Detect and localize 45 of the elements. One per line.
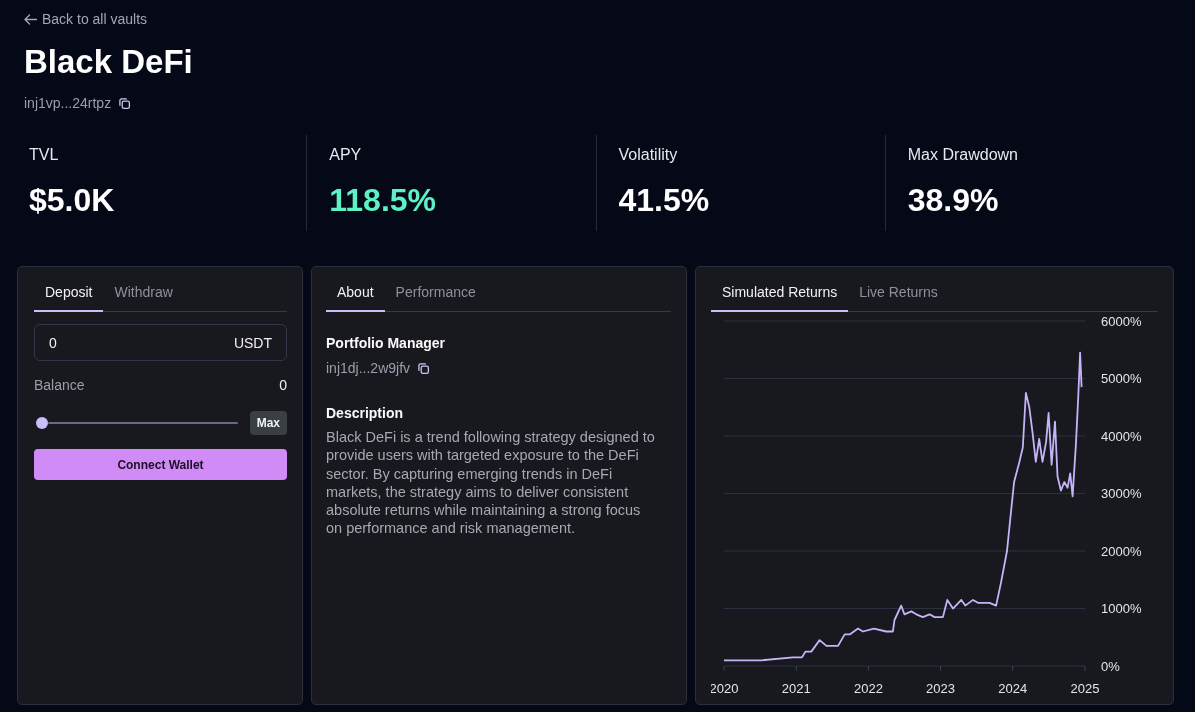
x-tick-label: 2025	[1070, 681, 1100, 696]
x-tick-label: 2023	[926, 681, 955, 696]
copy-icon[interactable]	[418, 362, 430, 374]
x-tick-label: 2024	[998, 681, 1028, 696]
balance-value: 0	[279, 376, 287, 395]
section-heading: Description	[326, 404, 404, 422]
vault-title: Black DeFi	[24, 44, 194, 80]
amount-input[interactable]: 0	[35, 325, 234, 360]
y-tick-label: 5000%	[1101, 371, 1142, 386]
max-button[interactable]: Max	[249, 411, 287, 435]
back-link[interactable]: Back to all vaults	[24, 9, 148, 29]
description-text: Black DeFi is a trend following strategy designed to provide users with targeted exposure to the DeFi sector. By capturing emerging trends in DeFi markets, the strategy aims to deliver consistent absolute returns while maintaining a strong focus on performance and risk management.	[326, 428, 656, 538]
y-tick-label: 6000%	[1101, 314, 1142, 329]
balance-label: Balance	[34, 376, 85, 395]
stat-value: 118.5%	[329, 181, 437, 220]
slider-thumb[interactable]	[36, 417, 48, 429]
tab[interactable]: Simulated Returns	[711, 277, 849, 312]
x-tick-label: 2021	[781, 681, 811, 696]
stat-value: $5.0K	[29, 181, 116, 220]
tab[interactable]: Live Returns	[848, 277, 949, 312]
stat-label: APY	[329, 145, 363, 165]
y-tick-label: 0%	[1101, 658, 1120, 674]
y-tick-label: 2000%	[1101, 543, 1142, 559]
section-heading: Portfolio Manager	[326, 334, 446, 352]
y-tick-label: 3000%	[1101, 486, 1142, 501]
tab[interactable]: About	[326, 277, 385, 312]
stat-label: TVL	[29, 145, 60, 165]
y-tick-label: 1000%	[1101, 601, 1142, 616]
arrow-left-icon	[24, 13, 37, 25]
currency-label: USDT	[233, 334, 272, 351]
y-tick-label: 4000%	[1101, 428, 1142, 444]
tab[interactable]: Performance	[384, 277, 487, 312]
stat-label: Volatility	[618, 145, 679, 165]
amount-field[interactable]: 0 USDT	[34, 324, 287, 361]
copy-icon[interactable]	[119, 97, 131, 109]
vault-address: inj1vp...24rtpz	[24, 94, 112, 113]
tab[interactable]: Deposit	[34, 277, 104, 312]
stat-label: Max Drawdown	[907, 145, 1019, 165]
x-tick-label: 2022	[854, 681, 883, 696]
connect-wallet-button[interactable]: Connect Wallet	[34, 449, 287, 480]
stat-value: 38.9%	[907, 181, 1000, 220]
stat-value: 41.5%	[618, 181, 711, 220]
tab[interactable]: Withdraw	[103, 277, 184, 312]
manager-address: inj1dj...2w9jfv	[326, 359, 411, 378]
x-tick-label: 2020	[711, 681, 739, 696]
